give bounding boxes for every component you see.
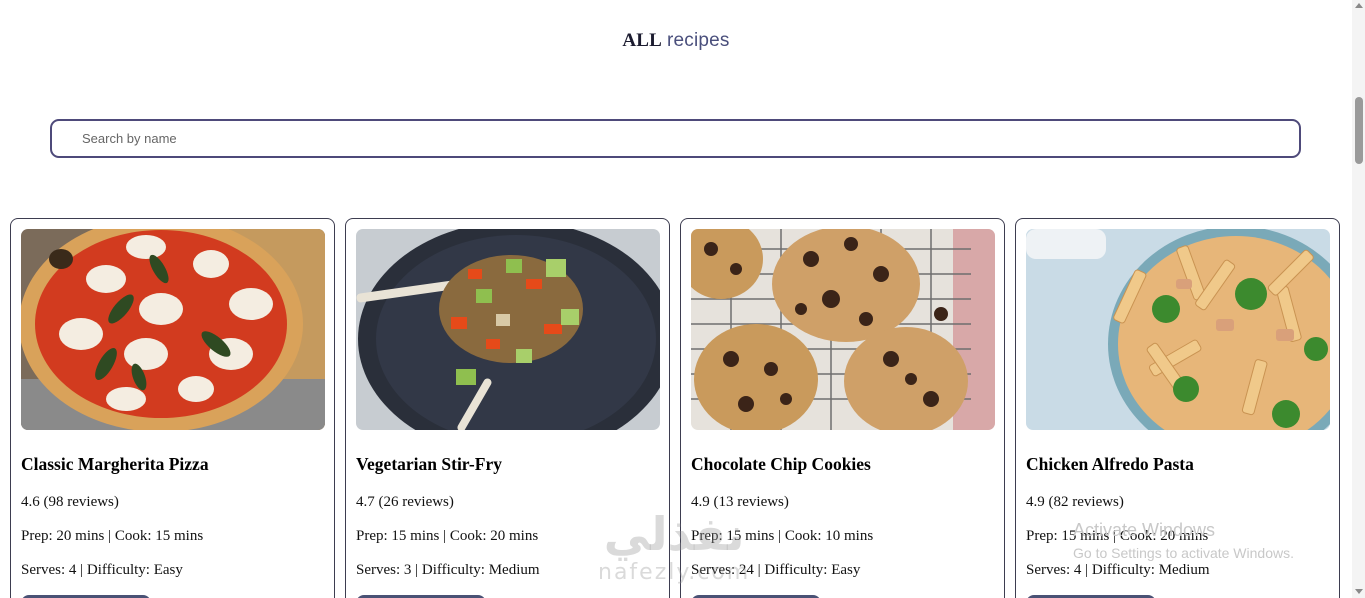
recipe-image-pasta[interactable] bbox=[1026, 229, 1330, 430]
search-box bbox=[50, 119, 1301, 158]
page-title-accent: recipes bbox=[666, 30, 730, 51]
recipe-image-cookies[interactable] bbox=[691, 229, 995, 430]
scroll-down-icon[interactable] bbox=[1355, 589, 1363, 594]
watermark-latin: nafezly.com bbox=[598, 560, 751, 585]
stir-fry-illustration bbox=[356, 229, 660, 430]
recipe-times: Prep: 15 mins | Cook: 20 mins bbox=[356, 528, 539, 544]
recipe-image-pizza[interactable] bbox=[21, 229, 325, 430]
pasta-illustration bbox=[1026, 229, 1330, 430]
recipe-card[interactable]: Classic Margherita Pizza 4.6 (98 reviews… bbox=[10, 218, 335, 598]
cookies-illustration bbox=[691, 229, 995, 430]
recipe-times: Prep: 20 mins | Cook: 15 mins bbox=[21, 528, 204, 544]
activate-windows-title: Activate Windows bbox=[1073, 520, 1216, 540]
activate-windows-subtitle: Go to Settings to activate Windows. bbox=[1073, 545, 1294, 561]
pizza-illustration bbox=[21, 229, 325, 430]
watermark-arabic: نفذلي bbox=[603, 507, 745, 561]
recipe-name[interactable]: Vegetarian Stir-Fry bbox=[356, 454, 502, 475]
recipe-meta: Serves: 3 | Difficulty: Medium bbox=[356, 562, 540, 578]
recipe-rating: 4.7 (26 reviews) bbox=[356, 494, 454, 510]
scroll-thumb[interactable] bbox=[1355, 97, 1363, 164]
activate-windows-overlay: Activate Windows Go to Settings to activ… bbox=[1073, 520, 1294, 561]
recipe-name[interactable]: Chicken Alfredo Pasta bbox=[1026, 454, 1194, 475]
scroll-up-icon[interactable] bbox=[1355, 3, 1363, 8]
recipe-meta: Serves: 4 | Difficulty: Medium bbox=[1026, 562, 1210, 578]
page-title-bold: ALL bbox=[622, 30, 663, 51]
search-input[interactable] bbox=[52, 121, 1299, 156]
page-title: ALL recipes bbox=[0, 30, 1352, 52]
recipe-rating: 4.6 (98 reviews) bbox=[21, 494, 119, 510]
vertical-scrollbar[interactable] bbox=[1352, 0, 1365, 598]
recipe-name[interactable]: Classic Margherita Pizza bbox=[21, 454, 209, 475]
recipe-rating: 4.9 (82 reviews) bbox=[1026, 494, 1124, 510]
recipe-image-stir-fry[interactable] bbox=[356, 229, 660, 430]
recipe-name[interactable]: Chocolate Chip Cookies bbox=[691, 454, 871, 475]
site-watermark: نفذلي nafezly.com bbox=[598, 508, 750, 586]
recipe-meta: Serves: 4 | Difficulty: Easy bbox=[21, 562, 183, 578]
